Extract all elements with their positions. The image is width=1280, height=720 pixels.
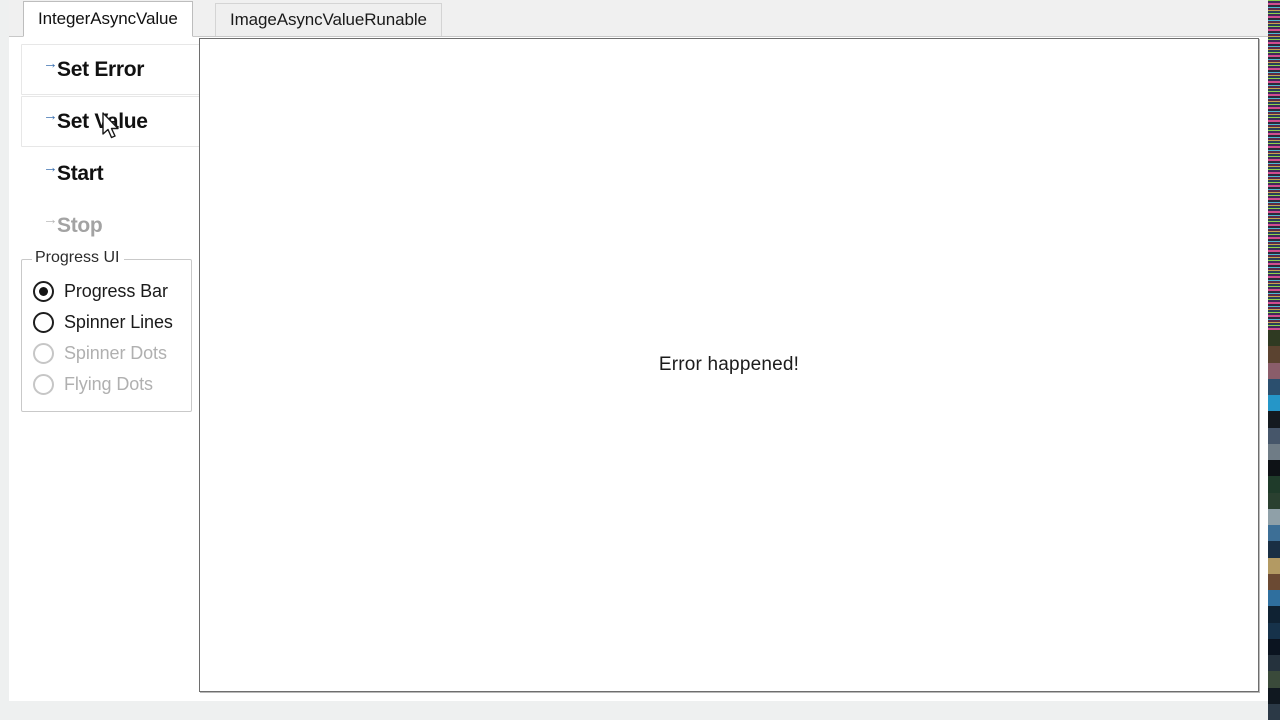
thumbnail-slice — [1268, 525, 1280, 542]
thumbnail-slice — [1268, 378, 1280, 395]
radio-indicator — [33, 374, 54, 395]
thumbnail-slice — [1268, 443, 1280, 460]
progress-ui-group: Progress UI Progress Bar Spinner Lines S… — [21, 249, 192, 412]
noise-strip — [1268, 0, 1280, 330]
radio-option-progress-bar[interactable]: Progress Bar — [22, 276, 191, 307]
set-error-button-label: Set Error — [57, 57, 145, 81]
stop-button-label: Stop — [57, 213, 103, 237]
thumbnail-slice — [1268, 508, 1280, 525]
radio-option-label: Progress Bar — [64, 281, 168, 301]
thumbnail-slice — [1268, 671, 1280, 688]
application-window: IntegerAsyncValue ImageAsyncValueRunable… — [9, 0, 1268, 701]
radio-option-spinner-lines[interactable]: Spinner Lines — [22, 307, 191, 338]
set-value-button-label: Set Value — [57, 109, 148, 133]
background-window-sliver[interactable] — [1268, 0, 1280, 720]
thumbnail-slice — [1268, 476, 1280, 493]
arrow-right-icon: → — [43, 159, 58, 176]
thumbnail-slice — [1268, 362, 1280, 379]
thumbnail-slice — [1268, 638, 1280, 655]
sidebar: → Set Error → Set Value → Start → Stop P… — [21, 44, 204, 684]
status-message: Error happened! — [658, 354, 800, 375]
thumbnail-slice — [1268, 427, 1280, 444]
stop-button: → Stop — [21, 200, 204, 251]
arrow-right-icon: → — [43, 211, 58, 228]
radio-option-label: Flying Dots — [64, 374, 153, 394]
radio-indicator[interactable] — [33, 281, 54, 302]
thumbnail-slice — [1268, 411, 1280, 428]
radio-option-label: Spinner Dots — [64, 343, 167, 363]
thumbnail-slice — [1268, 395, 1280, 412]
thumbnail-slice — [1268, 606, 1280, 623]
thumbnail-slice — [1268, 346, 1280, 363]
tab-bar: IntegerAsyncValue ImageAsyncValueRunable — [9, 0, 1268, 37]
tab-integerasyncvalue[interactable]: IntegerAsyncValue — [23, 1, 193, 37]
thumbnail-slice — [1268, 655, 1280, 672]
set-error-button[interactable]: → Set Error — [21, 44, 204, 95]
thumbnail-slice — [1268, 687, 1280, 704]
thumbnail-slice — [1268, 492, 1280, 509]
thumbnail-strip — [1268, 330, 1280, 720]
tab-strip: IntegerAsyncValue ImageAsyncValueRunable — [9, 0, 1268, 37]
thumbnail-slice — [1268, 460, 1280, 477]
start-button-label: Start — [57, 161, 104, 185]
screen: IntegerAsyncValue ImageAsyncValueRunable… — [0, 0, 1280, 720]
content-panel: Error happened! — [199, 38, 1259, 692]
arrow-right-icon: → — [43, 55, 58, 72]
thumbnail-slice — [1268, 557, 1280, 574]
thumbnail-slice — [1268, 573, 1280, 590]
start-button[interactable]: → Start — [21, 148, 204, 199]
thumbnail-slice — [1268, 590, 1280, 607]
set-value-button[interactable]: → Set Value — [21, 96, 204, 147]
thumbnail-slice — [1268, 541, 1280, 558]
tab-imageasyncvaluerunable[interactable]: ImageAsyncValueRunable — [215, 3, 442, 36]
arrow-right-icon: → — [43, 107, 58, 124]
radio-indicator — [33, 343, 54, 364]
thumbnail-slice — [1268, 622, 1280, 639]
thumbnail-slice — [1268, 330, 1280, 347]
radio-option-label: Spinner Lines — [64, 312, 173, 332]
radio-option-flying-dots: Flying Dots — [22, 369, 191, 400]
progress-ui-group-title: Progress UI — [32, 249, 125, 267]
radio-indicator[interactable] — [33, 312, 54, 333]
thumbnail-slice — [1268, 703, 1280, 720]
radio-option-spinner-dots: Spinner Dots — [22, 338, 191, 369]
